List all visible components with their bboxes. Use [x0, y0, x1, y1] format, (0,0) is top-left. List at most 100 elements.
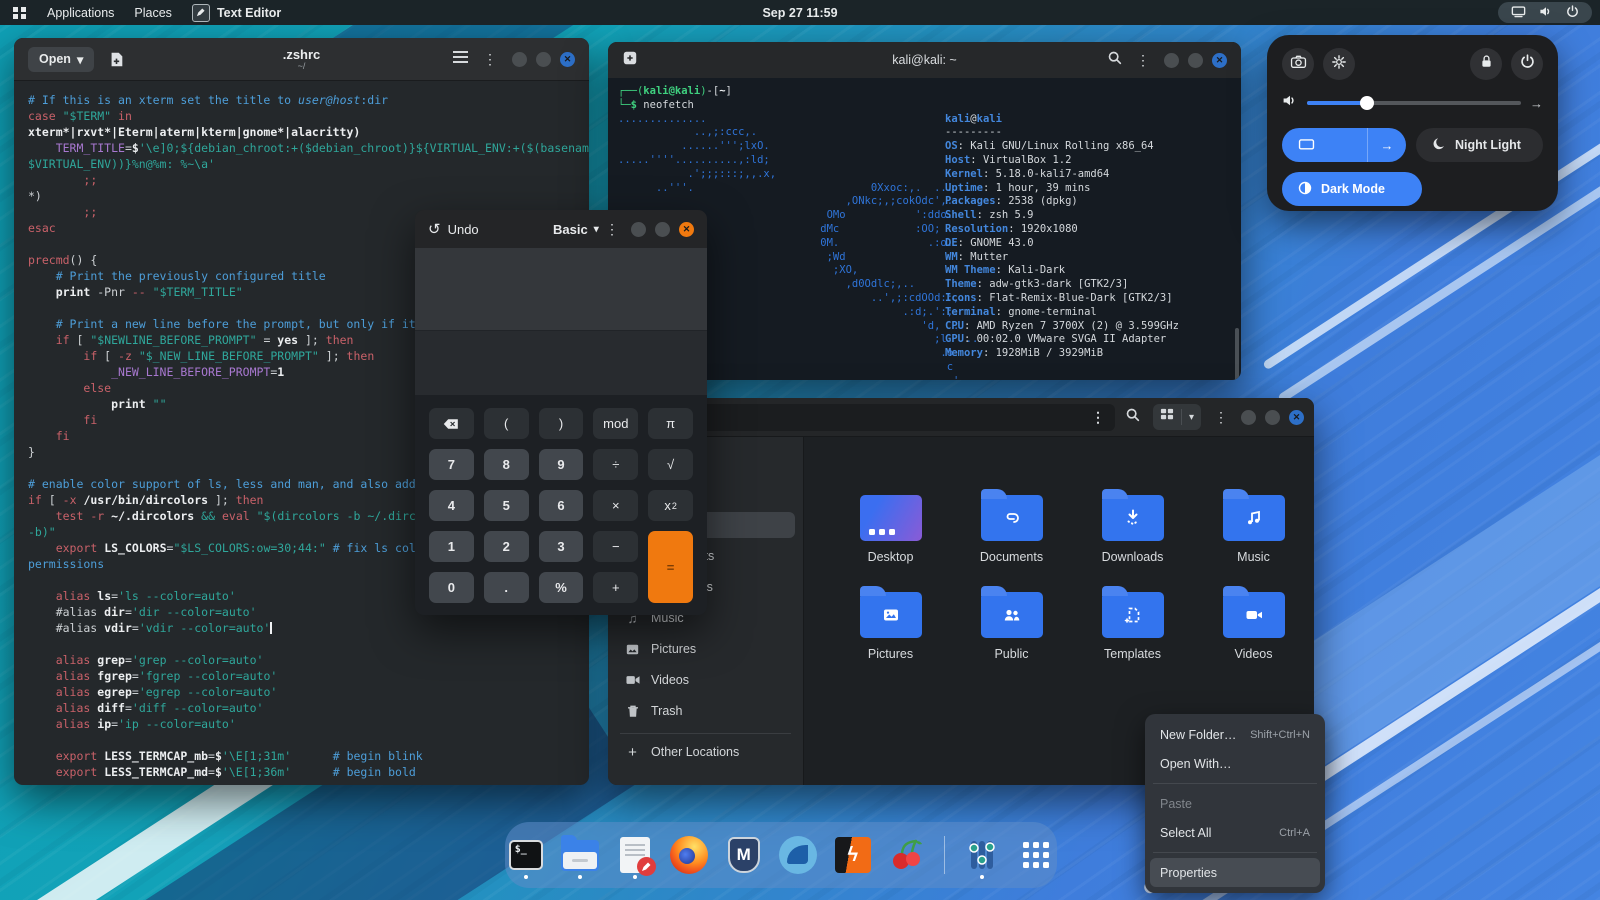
sidebar-item-trash[interactable]: Trash — [616, 698, 795, 724]
minimize-button[interactable] — [631, 221, 646, 237]
menu-item-properties[interactable]: Properties — [1150, 858, 1320, 887]
key-−[interactable]: − — [593, 531, 639, 562]
kebab-menu-icon[interactable]: ⋮ — [1136, 53, 1150, 67]
tile-night-light[interactable]: Night Light — [1416, 128, 1543, 162]
kebab-menu-icon[interactable]: ⋮ — [605, 222, 619, 236]
menu-active-app[interactable]: Text Editor — [191, 3, 281, 22]
key-3[interactable]: 3 — [538, 531, 584, 562]
key-+[interactable]: + — [593, 572, 639, 603]
key-%[interactable]: % — [538, 572, 584, 603]
key-9[interactable]: 9 — [538, 449, 584, 480]
close-button[interactable]: ✕ — [1212, 52, 1227, 68]
key-×[interactable]: × — [593, 490, 639, 521]
key-mod[interactable]: mod — [593, 408, 639, 439]
sidebar-item-pictures[interactable]: Pictures — [616, 636, 795, 662]
key-0[interactable]: 0 — [429, 572, 474, 603]
key-π[interactable]: π — [648, 408, 693, 439]
settings-button[interactable] — [1323, 48, 1355, 80]
maximize-button[interactable] — [1188, 52, 1203, 68]
kebab-menu-icon[interactable]: ⋮ — [483, 52, 497, 66]
folder-public[interactable]: Public — [951, 580, 1072, 661]
folder-documents[interactable]: Documents — [951, 483, 1072, 564]
dock-item-app-grid[interactable] — [1015, 831, 1057, 879]
key-1[interactable]: 1 — [429, 531, 474, 562]
tile-screen[interactable]: → — [1282, 128, 1406, 162]
volume-slider-knob[interactable] — [1359, 96, 1374, 110]
folder-pictures[interactable]: Pictures — [830, 580, 951, 661]
menu-item-select-all[interactable]: Select All Ctrl+A — [1150, 818, 1320, 847]
key-x2[interactable]: x2 — [648, 490, 693, 521]
mode-selector[interactable]: Basic ▾ — [553, 222, 599, 237]
dock-item-metasploit[interactable]: M — [723, 831, 765, 879]
folder-templates[interactable]: Templates — [1072, 580, 1193, 661]
terminal-title: kali@kali: ~ — [892, 53, 957, 67]
volume-expand-icon[interactable]: → — [1530, 96, 1543, 111]
undo-button[interactable]: ↺ Undo — [428, 220, 479, 238]
minimize-button[interactable] — [512, 51, 527, 67]
key-4[interactable]: 4 — [429, 490, 474, 521]
key-6[interactable]: 6 — [538, 490, 584, 521]
search-icon[interactable] — [1125, 407, 1140, 427]
minimize-button[interactable] — [1164, 52, 1179, 68]
menu-item-new-folder[interactable]: New Folder… Shift+Ctrl+N — [1150, 720, 1320, 749]
search-icon[interactable] — [1107, 50, 1122, 70]
screenshot-button[interactable] — [1282, 48, 1314, 80]
system-tray[interactable] — [1498, 2, 1592, 23]
lock-button[interactable] — [1470, 48, 1502, 80]
text-editor-headerbar[interactable]: Open ▾ .zshrc ~/ ⋮ ✕ — [14, 38, 589, 81]
workspace-grid-icon[interactable] — [12, 5, 27, 20]
path-menu-icon[interactable]: ⋮ — [1091, 410, 1105, 424]
folder-desktop[interactable]: Desktop — [830, 483, 951, 564]
dock-item-audio-mixer[interactable] — [961, 831, 1003, 879]
view-toggle-button[interactable]: ▾ — [1152, 404, 1201, 430]
new-tab-icon[interactable] — [622, 50, 638, 71]
folder-videos[interactable]: Videos — [1193, 580, 1314, 661]
key-√[interactable]: √ — [648, 449, 693, 480]
key-5[interactable]: 5 — [483, 490, 529, 521]
clock[interactable]: Sep 27 11:59 — [762, 6, 837, 20]
key-=[interactable]: = — [648, 531, 693, 603]
dock-item-wireshark[interactable] — [778, 831, 820, 879]
dock-item-burpsuite[interactable]: ϟ — [832, 831, 874, 879]
close-button[interactable]: ✕ — [560, 51, 575, 67]
maximize-button[interactable] — [655, 221, 670, 237]
maximize-button[interactable] — [536, 51, 551, 67]
dock-item-firefox[interactable] — [669, 831, 711, 879]
volume-slider[interactable] — [1307, 96, 1521, 110]
sidebar-item-videos[interactable]: Videos — [616, 667, 795, 693]
key-7[interactable]: 7 — [429, 449, 474, 480]
kebab-menu-icon[interactable]: ⋮ — [1214, 410, 1228, 424]
key-÷[interactable]: ÷ — [593, 449, 639, 480]
key-)[interactable]: ) — [538, 408, 584, 439]
folder-downloads[interactable]: Downloads — [1072, 483, 1193, 564]
open-button[interactable]: Open ▾ — [28, 46, 95, 72]
file-manager-headerbar[interactable]: Home ⋮ ▾ ⋮ ✕ — [608, 398, 1314, 437]
menu-places[interactable]: Places — [134, 6, 172, 20]
calculator-headerbar[interactable]: ↺ Undo Basic ▾ ⋮ ✕ — [415, 210, 707, 248]
power-button[interactable] — [1511, 48, 1543, 80]
key-([interactable]: ( — [483, 408, 529, 439]
terminal-headerbar[interactable]: kali@kali: ~ ⋮ ✕ — [608, 42, 1241, 78]
close-button[interactable]: ✕ — [1289, 409, 1304, 425]
key-.[interactable]: . — [483, 572, 529, 603]
dock-item-cherrytree[interactable] — [887, 831, 929, 879]
sidebar-item-other-locations[interactable]: + Other Locations — [616, 739, 795, 765]
key-2[interactable]: 2 — [483, 531, 529, 562]
hamburger-menu-icon[interactable] — [453, 50, 468, 68]
maximize-button[interactable] — [1265, 409, 1280, 425]
tile-expand-arrow-icon[interactable]: → — [1367, 128, 1406, 162]
terminal-scrollbar[interactable] — [1235, 328, 1239, 380]
key-8[interactable]: 8 — [483, 449, 529, 480]
calculator-entry[interactable] — [415, 330, 707, 395]
dock-item-files[interactable] — [560, 831, 602, 879]
close-button[interactable]: ✕ — [679, 221, 694, 237]
menu-applications[interactable]: Applications — [47, 6, 114, 20]
menu-item-open-with[interactable]: Open With… — [1150, 749, 1320, 778]
minimize-button[interactable] — [1241, 409, 1256, 425]
dock-item-text-editor[interactable] — [614, 831, 656, 879]
key-backspace[interactable] — [429, 408, 474, 439]
tile-dark-mode[interactable]: Dark Mode — [1282, 172, 1422, 206]
folder-music[interactable]: Music — [1193, 483, 1314, 564]
new-document-icon[interactable] — [108, 51, 125, 68]
dock-item-terminal[interactable]: $_ — [505, 831, 547, 879]
